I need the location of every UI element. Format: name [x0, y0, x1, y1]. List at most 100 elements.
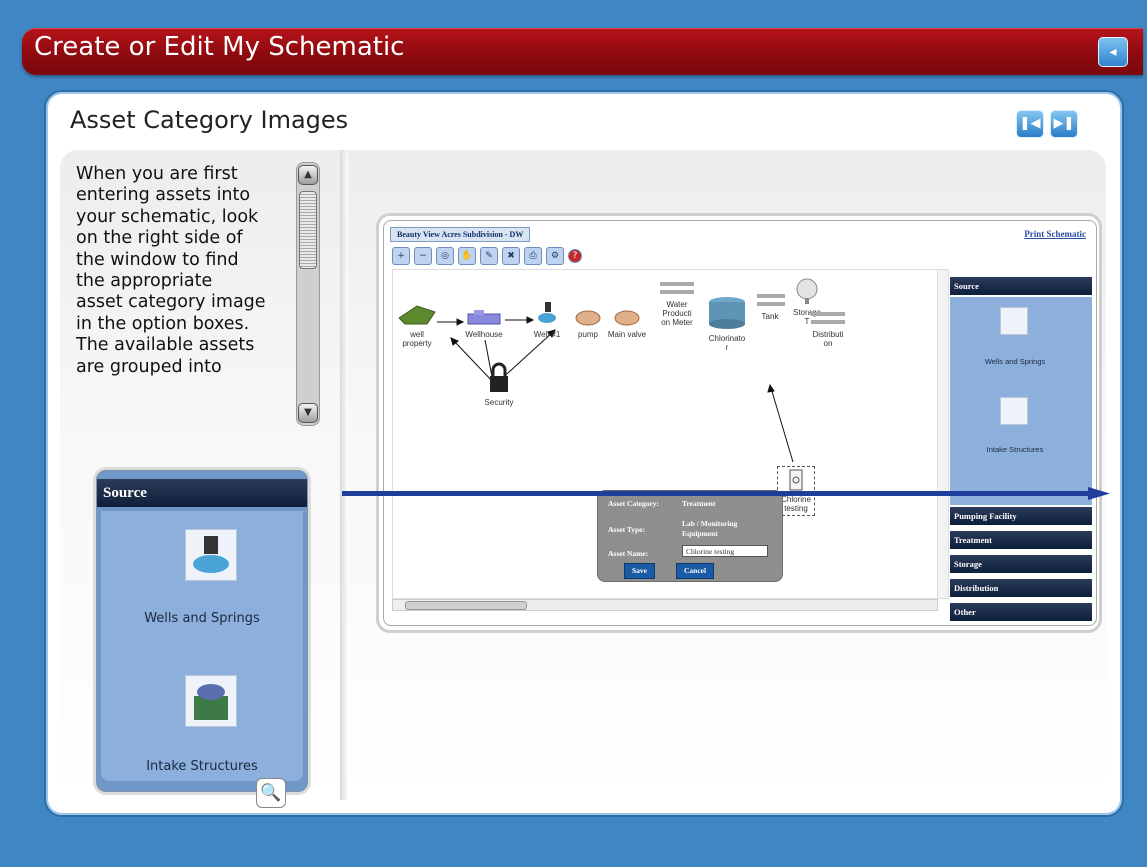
asset-wellhouse[interactable]: Wellhouse — [461, 308, 507, 339]
narration-line: the appropriate — [76, 271, 213, 292]
type-value: Equipment — [682, 529, 718, 538]
sound-button[interactable]: ◂ — [1098, 37, 1128, 67]
asset-label: pump — [577, 330, 598, 339]
terrain-icon — [398, 305, 436, 325]
narration-line: on the right side of — [76, 228, 243, 249]
asset-label: Chlorinato — [708, 334, 746, 343]
asset-label: property — [402, 339, 432, 348]
narration-line: entering assets into — [76, 185, 251, 206]
narration-line: When you are first — [76, 164, 238, 184]
source-panel-body: Wells and Springs Intake Structures — [101, 511, 303, 781]
asset-tank[interactable]: Tank — [757, 292, 785, 321]
intake-icon[interactable] — [1000, 397, 1028, 425]
main-card: Asset Category Images ❚◀ ▶❚ When you are… — [44, 90, 1124, 817]
distribution-icon — [811, 312, 845, 324]
narration-line: in the option boxes. — [76, 313, 250, 334]
asset-security[interactable]: Security — [479, 362, 519, 407]
print-schematic-link[interactable]: Print Schematic — [1024, 229, 1086, 239]
asset-label: r — [725, 343, 729, 352]
asset-distribution[interactable]: Distributi on — [807, 312, 849, 348]
asset-chlorinator[interactable]: Chlorinato r — [705, 296, 749, 352]
pointer-arrow — [342, 487, 1110, 500]
schematic-canvas[interactable]: well property Wellhouse Well #1 pump Mai… — [392, 269, 938, 599]
draw-line-icon[interactable]: ✎ — [480, 247, 498, 265]
category-pumping-facility[interactable]: Pumping Facility — [950, 507, 1092, 525]
scroll-thumb[interactable] — [299, 191, 317, 269]
narration-text: When you are first entering assets into … — [76, 164, 290, 378]
settings-icon[interactable]: ⚙ — [546, 247, 564, 265]
schematic-window: Beauty View Acres Subdivision - DW Print… — [383, 220, 1097, 626]
narration-line: The available assets — [76, 335, 255, 356]
divider — [340, 150, 348, 800]
tab-strip: Beauty View Acres Subdivision - DW — [390, 227, 531, 243]
asset-water-production-meter[interactable]: Water Producti on Meter — [657, 282, 697, 327]
asset-label: Well #1 — [533, 330, 561, 339]
source-panel-zoom: Source Wells and Springs Intake Structur… — [96, 470, 308, 792]
canvas-horizontal-scrollbar[interactable] — [392, 599, 938, 611]
asset-well-1[interactable]: Well #1 — [529, 302, 565, 339]
wells-and-springs-label: Wells and Springs — [144, 611, 260, 626]
narration-line: your schematic, look — [76, 206, 259, 227]
scroll-down-button[interactable]: ▼ — [298, 403, 318, 423]
asset-well-property[interactable]: well property — [397, 304, 437, 348]
asset-name-field[interactable]: Chlorine testing — [682, 545, 768, 557]
storage-tank-icon — [796, 278, 818, 304]
next-button[interactable]: ▶❚ — [1050, 110, 1078, 138]
asset-edit-dialog: Asset Category: Treatment Asset Type: La… — [597, 490, 783, 582]
title-bar: Create or Edit My Schematic — [22, 28, 1143, 75]
narration-line: are grouped into — [76, 356, 222, 377]
asset-label: Security — [484, 398, 514, 407]
speaker-icon: ◂ — [1109, 44, 1117, 60]
zoom-button[interactable]: 🔍 — [256, 778, 286, 808]
next-icon: ▶❚ — [1053, 116, 1075, 131]
delete-icon[interactable]: ✖ — [502, 247, 520, 265]
asset-category-panel: Source Wells and Springs Intake Structur… — [950, 277, 1092, 621]
asset-main-valve[interactable]: Main valve — [605, 308, 649, 339]
narration-line: asset category image — [76, 292, 266, 313]
asset-label: testing — [784, 504, 808, 513]
help-icon[interactable]: ? — [568, 249, 582, 263]
intake-icon — [185, 675, 237, 727]
source-header: Source — [97, 479, 307, 507]
category-source[interactable]: Source — [950, 277, 1092, 295]
intake-structures-label: Intake Structures — [146, 759, 258, 774]
asset-label: on — [823, 339, 833, 348]
canvas-vertical-scrollbar[interactable] — [937, 269, 949, 599]
pump-icon — [575, 310, 601, 326]
zoom-in-icon[interactable]: + — [392, 247, 410, 265]
scroll-up-button[interactable]: ▲ — [298, 165, 318, 185]
wells-and-springs-label: Wells and Springs — [984, 357, 1046, 366]
asset-label: Wellhouse — [465, 330, 503, 339]
chevron-up-icon: ▲ — [304, 169, 312, 180]
name-label: Asset Name: — [608, 549, 649, 558]
schematic-tab[interactable]: Beauty View Acres Subdivision - DW — [390, 227, 531, 242]
cancel-button[interactable]: Cancel — [676, 563, 715, 579]
category-treatment[interactable]: Treatment — [950, 531, 1092, 549]
category-other[interactable]: Other — [950, 603, 1092, 621]
type-value: Lab / Monitoring — [682, 519, 738, 528]
well-icon — [538, 302, 556, 323]
chevron-down-icon: ▼ — [304, 407, 312, 418]
well-icon[interactable] — [1000, 307, 1028, 335]
schematic-screenshot: Beauty View Acres Subdivision - DW Print… — [376, 213, 1102, 633]
previous-icon: ❚◀ — [1019, 116, 1041, 131]
save-button[interactable]: Save — [624, 563, 655, 579]
previous-button[interactable]: ❚◀ — [1016, 110, 1044, 138]
asset-label: on Meter — [661, 318, 693, 327]
asset-pump[interactable]: pump — [573, 308, 603, 339]
text-scrollbar[interactable]: ▲ ▼ — [296, 162, 320, 426]
intake-structures-label: Intake Structures — [986, 445, 1044, 454]
zoom-out-icon[interactable]: − — [414, 247, 432, 265]
asset-label: Tank — [761, 312, 779, 321]
magnifier-icon: 🔍 — [260, 783, 282, 803]
fit-icon[interactable]: ◎ — [436, 247, 454, 265]
narration-line: the window to find — [76, 249, 239, 270]
tank-icon — [757, 294, 785, 306]
scroll-thumb[interactable] — [405, 601, 527, 610]
app-title: Create or Edit My Schematic — [34, 32, 405, 62]
category-storage[interactable]: Storage — [950, 555, 1092, 573]
print-icon[interactable]: ⎙ — [524, 247, 542, 265]
pan-icon[interactable]: ✋ — [458, 247, 476, 265]
asset-label: Water — [666, 300, 688, 309]
category-distribution[interactable]: Distribution — [950, 579, 1092, 597]
